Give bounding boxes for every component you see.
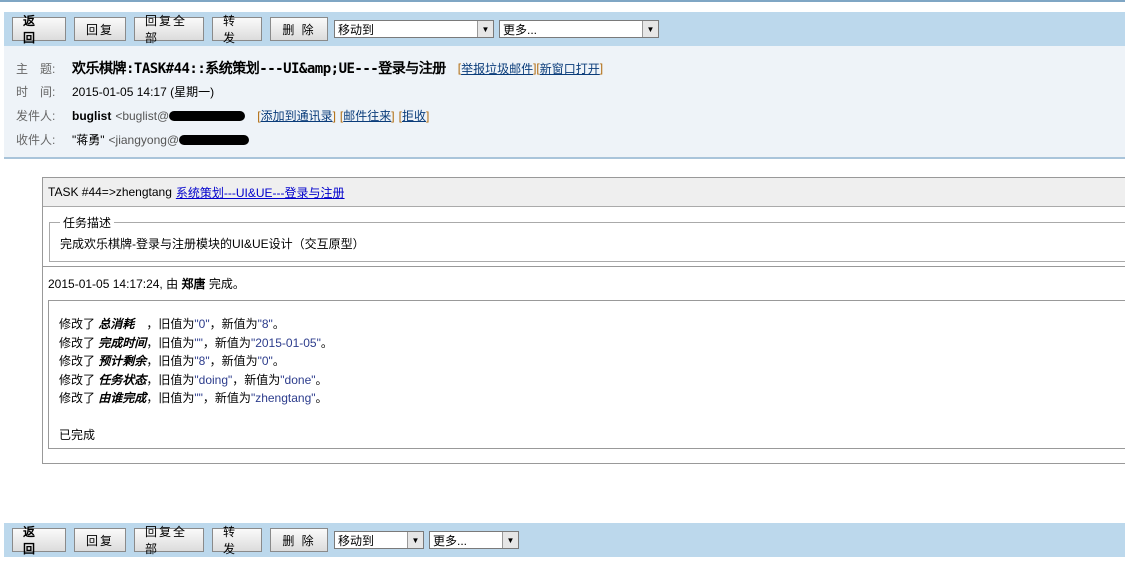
new-value: "done" <box>280 372 316 387</box>
change-new-label: ，新值为 <box>202 391 251 405</box>
chevron-down-icon: ▼ <box>407 532 423 548</box>
new-value: "zhengtang" <box>250 391 316 405</box>
change-end: 。 <box>315 372 328 387</box>
chevron-down-icon: ▼ <box>642 21 658 37</box>
task-description: 任务描述 完成欢乐棋牌-登录与注册模块的UI&UE设计（交互原型） <box>49 214 1125 262</box>
top-border <box>0 0 1125 2</box>
reply-all-button[interactable]: 回复全部 <box>134 14 204 45</box>
change-log: 修改了 总消耗 ，旧值为"0"，新值为"8"。 修改了 完成时间，旧值为""，新值… <box>48 300 1125 449</box>
top-toolbar: 返 回 回复 回复全部 转 发 删 除 移动到 ▼ 更多... ▼ <box>4 12 1125 46</box>
subject: 欢乐棋牌:TASK#44::系统策划---UI&amp;UE---登录与注册 <box>72 61 446 77</box>
reply-button[interactable]: 回复 <box>74 528 126 552</box>
task-box: TASK #44=>zhengtang 系统策划---UI&UE---登录与注册… <box>42 177 1125 464</box>
task-id: TASK #44=>zhengtang <box>48 185 172 199</box>
redaction <box>169 110 246 121</box>
move-to-select[interactable]: 移动到 ▼ <box>334 531 424 549</box>
change-old-label: ，旧值为 <box>146 317 195 331</box>
chevron-down-icon: ▼ <box>477 21 493 37</box>
new-value: "8" <box>257 317 273 331</box>
old-value: "" <box>194 391 203 405</box>
change-prefix: 修改了 <box>59 372 96 387</box>
change-end: 。 <box>272 354 285 368</box>
time-value: 2015-01-05 14:17 (星期一) <box>72 85 215 99</box>
change-old-label: ，旧值为 <box>146 391 195 405</box>
description-text: 完成欢乐棋牌-登录与注册模块的UI&UE设计（交互原型） <box>60 237 365 251</box>
change-field: 完成时间 <box>98 335 147 350</box>
change-item: 修改了 任务状态，旧值为"doing"，新值为"done"。 <box>59 371 1125 390</box>
change-end: 。 <box>320 335 333 350</box>
open-new-window-link[interactable]: 新窗口打开 <box>540 60 600 77</box>
more-value: 更多... <box>503 22 538 37</box>
new-value: "2015-01-05" <box>250 335 321 350</box>
completed-by: 郑唐 <box>181 277 206 291</box>
comment: 已完成 <box>59 427 96 442</box>
sender-address: <buglist@ <box>115 108 170 123</box>
change-prefix: 修改了 <box>59 335 96 350</box>
forward-button[interactable]: 转 发 <box>212 525 262 556</box>
change-prefix: 修改了 <box>59 354 96 368</box>
change-end: 。 <box>315 391 328 405</box>
mail-header: 主 题: 欢乐棋牌:TASK#44::系统策划---UI&amp;UE---登录… <box>4 46 1125 159</box>
change-prefix: 修改了 <box>59 317 96 331</box>
mail-history-link[interactable]: 邮件往来 <box>343 107 391 124</box>
change-prefix: 修改了 <box>59 391 96 405</box>
chevron-down-icon: ▼ <box>502 532 518 548</box>
reject-link[interactable]: 拒收 <box>402 107 426 124</box>
new-value: "0" <box>257 354 273 368</box>
change-item: 修改了 由谁完成，旧值为""，新值为"zhengtang"。 <box>59 389 1125 408</box>
time-label: 时 间: <box>16 85 56 99</box>
more-value: 更多... <box>433 533 468 548</box>
redaction <box>179 134 250 145</box>
move-to-value: 移动到 <box>338 533 375 548</box>
change-field: 总消耗 <box>98 317 147 331</box>
task-link[interactable]: 系统策划---UI&UE---登录与注册 <box>176 184 345 201</box>
change-new-label: ，新值为 <box>209 354 258 368</box>
subject-label: 主 题: <box>16 61 56 76</box>
change-item: 修改了 总消耗 ，旧值为"0"，新值为"8"。 <box>59 315 1125 334</box>
change-end: 。 <box>272 317 285 331</box>
change-item: 修改了 预计剩余，旧值为"8"，新值为"0"。 <box>59 352 1125 371</box>
delete-button[interactable]: 删 除 <box>270 17 328 41</box>
add-contact-link[interactable]: 添加到通讯录 <box>261 107 333 124</box>
completion-suffix: 完成。 <box>208 277 245 291</box>
divider <box>43 266 1125 267</box>
reply-all-button[interactable]: 回复全部 <box>134 525 204 556</box>
sender-name: buglist <box>72 108 112 123</box>
old-value: "8" <box>194 354 210 368</box>
completion-time: 2015-01-05 14:17:24, 由 <box>48 277 179 291</box>
change-item: 修改了 完成时间，旧值为""，新值为"2015-01-05"。 <box>59 334 1125 353</box>
change-old-label: ，旧值为 <box>146 372 195 387</box>
change-field: 预计剩余 <box>98 354 147 368</box>
delete-button[interactable]: 删 除 <box>270 528 328 552</box>
more-select[interactable]: 更多... ▼ <box>499 20 659 38</box>
old-value: "doing" <box>194 372 233 387</box>
description-legend: 任务描述 <box>63 216 112 230</box>
back-button[interactable]: 返 回 <box>12 525 66 556</box>
report-spam-link[interactable]: 举报垃圾邮件 <box>461 60 533 77</box>
more-select[interactable]: 更多... ▼ <box>429 531 519 549</box>
change-new-label: ，新值为 <box>202 335 251 350</box>
from-label: 发件人: <box>16 109 56 123</box>
change-new-label: ，新值为 <box>209 317 258 331</box>
forward-button[interactable]: 转 发 <box>212 14 262 45</box>
old-value: "0" <box>194 317 210 331</box>
completion-line: 2015-01-05 14:17:24, 由 郑唐 完成。 <box>48 275 245 292</box>
recipient-name: "蒋勇" <box>72 133 105 147</box>
back-button[interactable]: 返 回 <box>12 14 66 45</box>
task-header: TASK #44=>zhengtang 系统策划---UI&UE---登录与注册 <box>43 178 1125 207</box>
change-old-label: ，旧值为 <box>146 335 195 350</box>
move-to-select[interactable]: 移动到 ▼ <box>334 20 494 38</box>
recipient-address: <jiangyong@ <box>108 132 180 147</box>
change-field: 由谁完成 <box>98 391 147 405</box>
change-old-label: ，旧值为 <box>146 354 195 368</box>
change-field: 任务状态 <box>98 372 147 387</box>
to-label: 收件人: <box>16 133 56 147</box>
change-new-label: ，新值为 <box>232 372 281 387</box>
old-value: "" <box>194 335 203 350</box>
reply-button[interactable]: 回复 <box>74 17 126 41</box>
move-to-value: 移动到 <box>338 22 375 37</box>
bottom-toolbar: 返 回 回复 回复全部 转 发 删 除 移动到 ▼ 更多... ▼ <box>4 523 1125 557</box>
